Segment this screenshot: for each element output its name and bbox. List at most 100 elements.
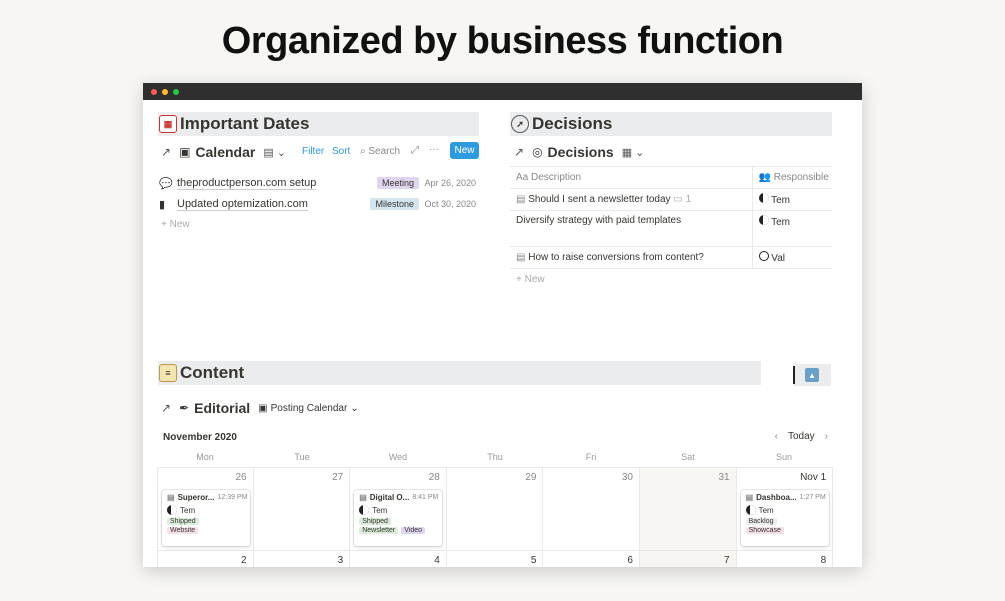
calendar-day[interactable]: 2: [157, 551, 254, 567]
today-button[interactable]: Today: [788, 431, 815, 442]
expand-icon[interactable]: ⤢: [411, 145, 419, 156]
list-item[interactable]: 💬 theproductperson.com setup Meeting Apr…: [159, 174, 479, 192]
avatar: [745, 505, 756, 515]
calendar-day[interactable]: 4: [350, 551, 447, 567]
new-button[interactable]: New: [450, 142, 479, 159]
calendar-day[interactable]: 27: [253, 468, 351, 551]
pen-nib-icon: ✒: [179, 401, 190, 415]
decisions-view-title[interactable]: Decisions: [548, 144, 614, 160]
channel-tag: Video: [401, 527, 426, 534]
sort-button[interactable]: Sort: [332, 146, 350, 157]
calendar-card[interactable]: ▤ Dashboa... 1:27 PM Tem Backlog Showcase: [740, 490, 829, 546]
minimize-window-button[interactable]: [162, 89, 168, 95]
status-tag: Shipped: [167, 518, 199, 525]
calendar-day[interactable]: 26 ▤ Superor... 12:39 PM Tem Shipped Websi…: [157, 468, 254, 551]
calendar-icon: ▣: [179, 145, 191, 159]
calendar-day[interactable]: 7: [640, 551, 737, 567]
table-new-row[interactable]: + New: [510, 268, 832, 291]
table-view-icon: ▦: [621, 146, 633, 159]
channel-tag: Newsletter: [359, 527, 399, 534]
row-date: Apr 26, 2020: [424, 178, 476, 188]
chevron-down-icon: ⌄: [350, 402, 359, 414]
avatar: [758, 193, 769, 203]
weekday-label: Wed: [388, 452, 408, 462]
calendar-view-bar: ↗ ▣ Calendar ▤ ⌄: [161, 142, 286, 162]
compass-icon: ◎: [532, 145, 543, 159]
notepad-icon: ≡: [159, 364, 177, 382]
avatar: [758, 215, 769, 225]
more-options-button[interactable]: ···: [429, 144, 439, 155]
calendar-card[interactable]: ▤ Digital O... 8:41 PM Tem Shipped Newslet…: [354, 490, 443, 546]
page-icon: ▤: [516, 194, 526, 205]
weekday-label: Tue: [294, 452, 310, 462]
chevron-left-icon[interactable]: ‹: [775, 431, 778, 442]
open-arrow-icon[interactable]: ↗: [514, 145, 524, 159]
maximize-window-button[interactable]: [173, 89, 179, 95]
calendar-day[interactable]: 8: [737, 551, 834, 567]
avatar: [167, 505, 177, 515]
calendar-day[interactable]: 3: [254, 551, 351, 567]
table-header-row: Aa Description 👥 Responsible: [510, 166, 832, 189]
calendar-day[interactable]: 28 ▤ Digital O... 8:41 PM Tem Shipped News…: [350, 468, 447, 551]
weekday-label: Fri: [585, 452, 597, 462]
status-tag: Shipped: [359, 518, 391, 525]
list-item[interactable]: ▮ Updated optemization.com Milestone Oct…: [159, 195, 479, 213]
content-header: ≡ Content: [158, 361, 761, 385]
status-tag: Backlog: [745, 518, 777, 525]
calendar-view-title[interactable]: Calendar: [195, 144, 255, 160]
divider: [793, 366, 795, 384]
app-window: ▦ Important Dates ↗ ▣ Calendar ▤ ⌄ Filter…: [143, 83, 862, 567]
search-button[interactable]: ⌕ Search: [360, 146, 400, 157]
chevron-down-icon: ⌄: [635, 146, 645, 159]
calendar-day[interactable]: 29: [446, 468, 544, 551]
weekday-label: Sun: [775, 452, 792, 462]
calendar-day[interactable]: Nov 1 ▤ Dashboa... 1:27 PM Tem Backlog Sho…: [736, 468, 834, 551]
page-icon: ▤: [516, 252, 526, 263]
decisions-title: Decisions: [532, 114, 613, 133]
posting-calendar-select[interactable]: ▣ Posting Calendar ⌄: [258, 403, 359, 414]
calendar-nav: ‹ Today ›: [775, 431, 828, 442]
editorial-view-title[interactable]: Editorial: [194, 400, 250, 416]
calendar-day[interactable]: 5: [447, 551, 544, 567]
chevron-down-icon: ⌄: [276, 146, 286, 159]
calendar-emoji-icon: ▦: [159, 115, 177, 133]
description-column-header[interactable]: Aa Description: [510, 166, 752, 189]
calendar-day[interactable]: 6: [543, 551, 640, 567]
chevron-right-icon[interactable]: ›: [825, 431, 828, 442]
table-row[interactable]: Diversify strategy with paid templates T…: [510, 210, 832, 247]
calendar-grid: 2 6 ▤ Superor... 12:39 PM Tem Shipped Websi…: [157, 467, 834, 567]
weekday-label: Thu: [487, 452, 503, 462]
weekday-label: Mon: [196, 452, 214, 462]
weekday-label: Sat: [681, 452, 695, 462]
people-icon: 👥: [758, 172, 771, 183]
decisions-view-bar: ↗ ◎ Decisions ▦ ⌄: [514, 142, 644, 162]
list-view-icon: ▤: [263, 146, 274, 159]
channel-tag: Showcase: [745, 527, 784, 534]
scroll-to-top[interactable]: ▲: [793, 364, 831, 386]
editorial-view-bar: ↗ ✒ Editorial ▣ Posting Calendar ⌄: [161, 398, 359, 418]
calendar-day[interactable]: 31: [640, 468, 737, 551]
meeting-tag: Meeting: [376, 177, 419, 189]
close-window-button[interactable]: [151, 89, 157, 95]
new-row-button[interactable]: + New: [161, 219, 190, 230]
arrow-up-icon[interactable]: ▲: [805, 368, 819, 382]
table-row[interactable]: ▤ How to raise conversions from content?…: [510, 246, 832, 269]
view-select[interactable]: ▤ ⌄: [263, 146, 286, 159]
important-dates-header: ▦ Important Dates: [158, 112, 479, 136]
open-arrow-icon[interactable]: ↗: [161, 145, 171, 159]
page-icon: ▤: [745, 493, 754, 502]
filter-button[interactable]: Filter: [302, 146, 324, 157]
calendar-day[interactable]: 30: [543, 468, 640, 551]
calendar-card[interactable]: ▤ Superor... 12:39 PM Tem Shipped Website: [162, 490, 250, 546]
text-property-icon: Aa: [516, 172, 529, 183]
row-date: Oct 30, 2020: [424, 199, 476, 209]
calendar-month: November 2020: [163, 432, 237, 443]
title-bar: [143, 83, 862, 100]
channel-tag: Website: [167, 527, 199, 534]
responsible-column-header[interactable]: 👥 Responsible: [751, 166, 832, 189]
table-row[interactable]: ▤ Should I sent a newsletter today ▭ 1 T…: [510, 188, 832, 211]
decisions-table: Aa Description 👥 Responsible ▤ Should I …: [510, 166, 832, 291]
view-select[interactable]: ▦ ⌄: [622, 146, 645, 159]
open-arrow-icon[interactable]: ↗: [161, 401, 171, 415]
compass-icon: ➚: [511, 115, 529, 133]
